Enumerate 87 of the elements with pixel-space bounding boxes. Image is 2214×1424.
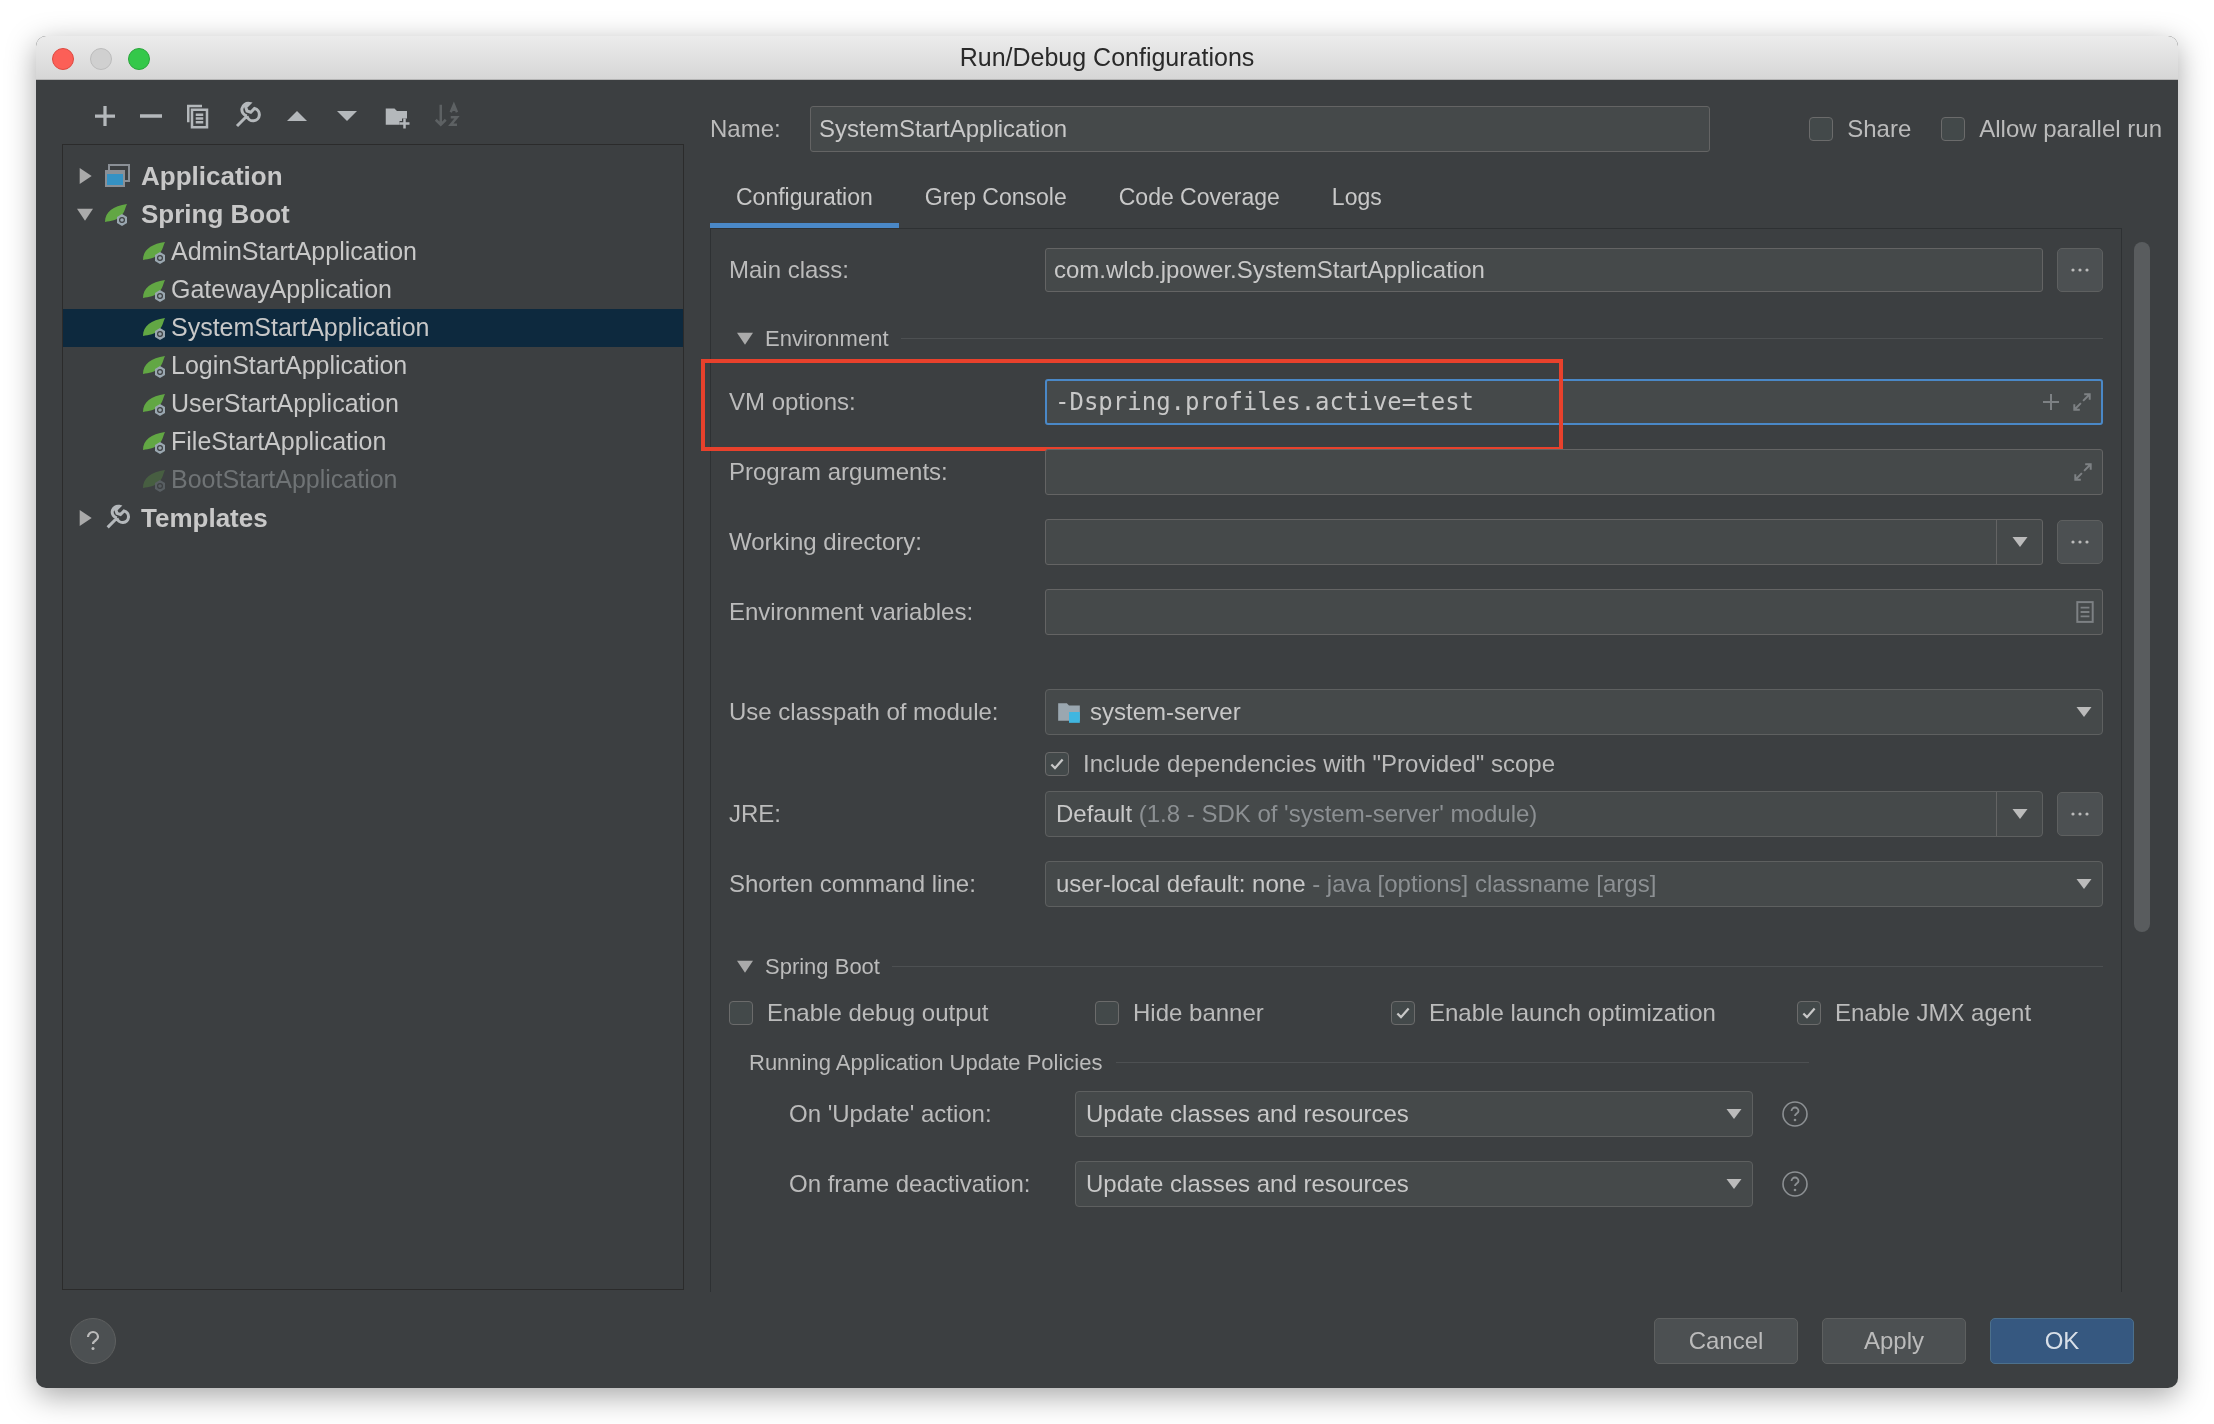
text-field[interactable]: -Dspring.profiles.active=test: [1045, 379, 2103, 425]
dialog-button[interactable]: Apply: [1822, 1318, 1966, 1364]
checkbox-label: Hide banner: [1133, 998, 1264, 1028]
checkbox-label: Allow parallel run: [1979, 114, 2162, 144]
scrollbar-thumb[interactable]: [2134, 242, 2150, 932]
tab[interactable]: Configuration: [710, 172, 899, 228]
module-dropdown[interactable]: system-server: [1045, 689, 2103, 735]
checkbox[interactable]: [1095, 1001, 1119, 1025]
collapse-arrow-icon[interactable]: [737, 958, 753, 974]
tree-item[interactable]: SystemStartApplication: [63, 309, 683, 347]
checkbox[interactable]: [1797, 1001, 1821, 1025]
name-field[interactable]: SystemStartApplication: [810, 106, 1710, 152]
checkbox-label: Share: [1847, 114, 1912, 144]
text-field[interactable]: com.wlcb.jpower.SystemStartApplication: [1045, 248, 2043, 292]
section-title: Spring Boot: [765, 952, 880, 981]
document-icon[interactable]: [2076, 601, 2094, 623]
tree-item[interactable]: FileStartApplication: [63, 423, 683, 461]
group-title: Running Application Update Policies: [749, 1048, 1103, 1077]
expand-arrow-icon[interactable]: [77, 168, 93, 184]
checkbox[interactable]: [729, 1001, 753, 1025]
collapse-arrow-icon[interactable]: [737, 330, 753, 346]
remove-icon: [140, 114, 162, 118]
ellipsis-icon: [2071, 812, 2089, 816]
tree-item[interactable]: GatewayApplication: [63, 271, 683, 309]
text-field[interactable]: [1045, 449, 2103, 495]
field-label: JRE:: [729, 799, 782, 829]
section-title: Environment: [765, 324, 889, 353]
field-label: Main class:: [729, 255, 851, 285]
caret-icon: [2076, 879, 2092, 889]
field-label: Environment variables:: [729, 597, 975, 627]
tree-item[interactable]: AdminStartApplication: [63, 233, 683, 271]
field-label: On frame deactivation:: [789, 1169, 1032, 1199]
checkbox-label: Include dependencies with "Provided" scope: [1083, 749, 1555, 779]
field-label: Program arguments:: [729, 457, 949, 487]
checkbox-label: Enable JMX agent: [1835, 998, 2032, 1028]
tab[interactable]: Code Coverage: [1092, 172, 1306, 228]
checkbox[interactable]: [1941, 117, 1966, 141]
expand-icon[interactable]: [2071, 391, 2093, 413]
policy-dropdown[interactable]: Update classes and resources: [1075, 1091, 1753, 1137]
policy-dropdown[interactable]: Update classes and resources: [1075, 1161, 1753, 1207]
field-label: VM options:: [729, 387, 857, 417]
help-icon[interactable]: [1781, 1100, 1809, 1128]
expand-icon[interactable]: [2072, 461, 2094, 483]
tree-item[interactable]: LoginStartApplication: [63, 347, 683, 385]
window-title: Run/Debug Configurations: [959, 41, 1255, 73]
tree-item[interactable]: Application: [63, 157, 683, 195]
caret-icon: [1726, 1179, 1742, 1189]
shorten-dropdown[interactable]: user-local default: none - java [options] classname [args]: [1045, 861, 2103, 907]
caret-icon: [2011, 537, 2028, 547]
checkbox[interactable]: [1391, 1001, 1415, 1025]
jre-dropdown[interactable]: Default (1.8 - SDK of 'system-server' module): [1045, 791, 2043, 837]
help-icon[interactable]: [1781, 1170, 1809, 1198]
minimize-button[interactable]: [90, 48, 112, 70]
help-button[interactable]: [70, 1318, 116, 1364]
text-field[interactable]: [1045, 589, 2103, 635]
dropdown-field[interactable]: [1045, 519, 2043, 565]
checkbox-label: Enable launch optimization: [1429, 998, 1716, 1028]
ellipsis-icon: [2071, 540, 2089, 544]
expand-arrow-icon[interactable]: [77, 510, 93, 526]
ellipsis-icon: [2071, 268, 2089, 272]
field-label: Working directory:: [729, 527, 923, 557]
checkbox[interactable]: [1809, 117, 1834, 141]
zoom-button[interactable]: [128, 48, 150, 70]
tree-item[interactable]: UserStartApplication: [63, 385, 683, 423]
plus-icon[interactable]: [2041, 392, 2061, 412]
dialog-button[interactable]: OK: [1990, 1318, 2134, 1364]
browse-button[interactable]: [2057, 520, 2103, 564]
tree-item[interactable]: Spring Boot: [63, 195, 683, 233]
tab[interactable]: Logs: [1305, 172, 1408, 228]
tab[interactable]: Grep Console: [898, 172, 1093, 228]
caret-icon: [2076, 707, 2092, 717]
field-label: Name:: [710, 114, 782, 144]
caret-icon: [1726, 1109, 1742, 1119]
field-label: On 'Update' action:: [789, 1099, 993, 1129]
browse-button[interactable]: [2057, 248, 2103, 292]
collapse-arrow-icon[interactable]: [77, 206, 93, 222]
window-icon: [103, 162, 131, 190]
close-button[interactable]: [52, 48, 74, 70]
caret-icon: [2011, 809, 2028, 819]
checkbox[interactable]: [1045, 752, 1069, 776]
checkbox-label: Enable debug output: [767, 998, 989, 1028]
browse-button[interactable]: [2057, 792, 2103, 836]
field-label: Use classpath of module:: [729, 697, 1000, 727]
dialog-button[interactable]: Cancel: [1654, 1318, 1798, 1364]
question-icon: [85, 1330, 101, 1352]
tree-item[interactable]: Templates: [63, 499, 683, 537]
field-label: Shorten command line:: [729, 869, 977, 899]
